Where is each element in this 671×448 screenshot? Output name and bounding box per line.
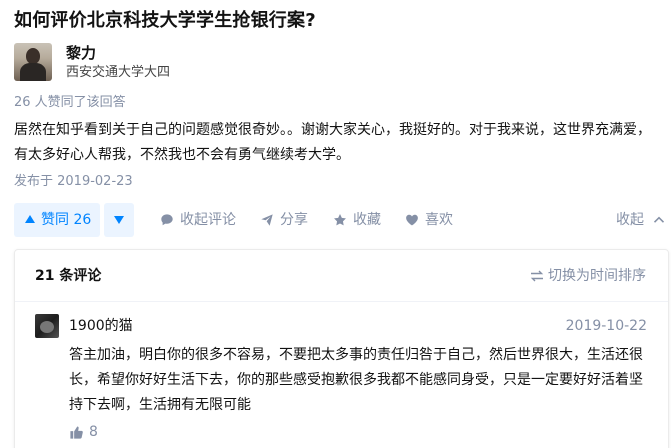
publish-time[interactable]: 发布于 2019-02-23 xyxy=(14,173,133,191)
answer-actions: 赞同 26 收起评论 分享 收藏 喜欢 收起 xyxy=(14,203,665,237)
share-label: 分享 xyxy=(280,212,308,228)
share-button[interactable]: 分享 xyxy=(260,203,308,237)
answer-content: 居然在知乎看到关于自己的问题感觉很奇妙。。谢谢大家关心，我挺好的。对于我来说，这… xyxy=(14,122,651,163)
comment-user[interactable]: 1900的猫 xyxy=(69,316,133,336)
comment-text: 答主加油，明白你的很多不容易，不要把太多事的责任归咎于自己，然后世界很大，生活还… xyxy=(69,347,643,413)
comment-icon xyxy=(161,214,173,226)
like-button[interactable]: 喜欢 xyxy=(405,203,453,237)
question-title[interactable]: 如何评价北京科技大学学生抢银行案? xyxy=(14,8,316,34)
sort-toggle-button[interactable]: 切换为时间排序 xyxy=(530,266,646,286)
triangle-down-icon xyxy=(114,216,124,224)
comment-count: 21 条评论 xyxy=(35,268,102,284)
author-name[interactable]: 黎力 xyxy=(66,43,96,63)
switch-icon xyxy=(530,270,544,282)
author-bio: 西安交通大学大四 xyxy=(66,65,171,80)
comment-time: 2019-10-22 xyxy=(565,318,647,334)
upvote-label: 赞同 26 xyxy=(41,212,92,228)
comment-toggle-button[interactable]: 收起评论 xyxy=(160,203,236,237)
chevron-up-icon xyxy=(654,216,665,223)
star-icon xyxy=(334,214,346,226)
comments-panel: 21 条评论 切换为时间排序 1900的猫 2019-10-22 答主加油，明白… xyxy=(14,249,669,448)
comment-like-count: 8 xyxy=(89,424,98,440)
triangle-up-icon xyxy=(25,215,35,223)
collect-button[interactable]: 收藏 xyxy=(333,203,381,237)
share-icon xyxy=(261,214,273,226)
comment-toggle-label: 收起评论 xyxy=(180,212,236,228)
collapse-label: 收起 xyxy=(616,212,644,228)
comments-header: 21 条评论 切换为时间排序 xyxy=(15,250,668,302)
comment-like-button[interactable]: 8 xyxy=(69,422,98,442)
collect-label: 收藏 xyxy=(353,212,381,228)
thumbs-up-icon xyxy=(70,426,83,439)
like-label: 喜欢 xyxy=(425,212,453,228)
sort-toggle-label: 切换为时间排序 xyxy=(548,268,646,284)
collapse-button[interactable]: 收起 xyxy=(616,203,665,237)
upvote-button[interactable]: 赞同 26 xyxy=(14,203,100,237)
avatar[interactable] xyxy=(14,43,52,81)
vote-summary: 26 人赞同了该回答 xyxy=(14,95,126,110)
heart-icon xyxy=(406,214,418,226)
downvote-button[interactable] xyxy=(104,203,134,237)
avatar[interactable] xyxy=(35,314,59,338)
